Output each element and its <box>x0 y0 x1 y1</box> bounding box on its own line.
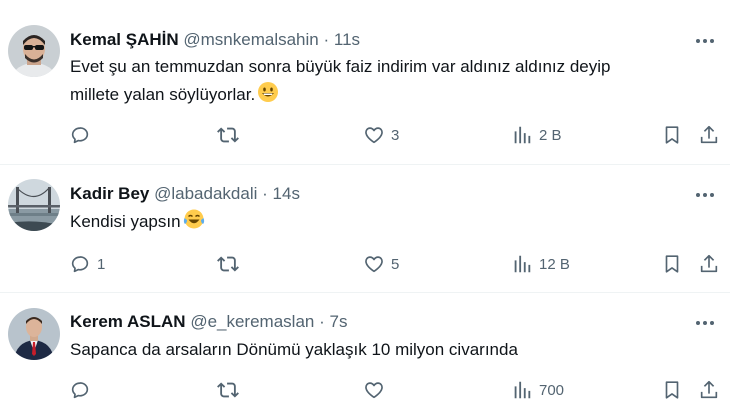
retweet-button[interactable] <box>217 379 245 401</box>
views-button[interactable]: 12 B <box>511 253 570 275</box>
tears-of-joy-emoji <box>183 208 205 239</box>
more-options-icon[interactable] <box>692 312 718 334</box>
avatar[interactable] <box>8 25 60 77</box>
reply-count: 1 <box>97 255 106 273</box>
tweet-text-line: Kendisi yapsın <box>70 212 181 231</box>
tweet-text: Evet şu an temmuzdan sonra büyük faiz in… <box>70 53 611 112</box>
reply-icon <box>71 256 89 273</box>
heart-icon <box>365 127 383 144</box>
smiling-face-emoji <box>257 81 279 112</box>
share-icon <box>700 254 718 273</box>
retweet-icon <box>217 127 239 143</box>
separator-dot: · <box>319 312 325 331</box>
reply-button[interactable]: 1 <box>69 253 105 275</box>
bookmark-button[interactable] <box>661 253 683 275</box>
display-name[interactable]: Kemal ŞAHİN <box>70 30 179 49</box>
like-button[interactable] <box>363 379 391 401</box>
share-icon <box>700 125 718 144</box>
heart-icon <box>365 382 383 399</box>
like-count: 5 <box>391 255 400 273</box>
separator-dot: · <box>262 184 268 203</box>
views-chart-icon <box>514 255 531 273</box>
user-handle[interactable]: @e_keremaslan <box>190 312 314 331</box>
views-chart-icon <box>514 126 531 144</box>
avatar[interactable] <box>8 308 60 360</box>
share-button[interactable] <box>698 379 720 401</box>
display-name[interactable]: Kerem ASLAN <box>70 312 186 331</box>
reply-button[interactable] <box>69 379 97 401</box>
reply-button[interactable] <box>69 124 97 146</box>
views-chart-icon <box>514 381 531 399</box>
timestamp[interactable]: 14s <box>273 184 300 203</box>
tweet[interactable]: Kerem ASLAN @e_keremaslan · 7s Sapanca d… <box>0 293 730 420</box>
view-count: 12 B <box>539 255 570 273</box>
bookmark-button[interactable] <box>661 124 683 146</box>
views-button[interactable]: 700 <box>511 379 564 401</box>
timestamp[interactable]: 11s <box>334 30 360 49</box>
timestamp[interactable]: 7s <box>330 312 348 331</box>
bookmark-icon <box>665 126 679 144</box>
avatar[interactable] <box>8 179 60 231</box>
like-count: 3 <box>391 126 400 144</box>
tweet-text: Sapanca da arsaların Dönümü yaklaşık 10 … <box>70 336 518 364</box>
views-button[interactable]: 2 B <box>511 124 562 146</box>
reply-icon <box>71 127 89 144</box>
like-button[interactable]: 5 <box>363 253 399 275</box>
tweet-text-line: Evet şu an temmuzdan sonra büyük faiz in… <box>70 57 611 76</box>
view-count: 2 B <box>539 126 562 144</box>
more-options-icon[interactable] <box>692 30 718 52</box>
user-handle[interactable]: @msnkemalsahin <box>183 30 318 49</box>
tweet-text-line: Sapanca da arsaların Dönümü yaklaşık 10 … <box>70 340 518 359</box>
retweet-button[interactable] <box>217 253 245 275</box>
bookmark-icon <box>665 255 679 273</box>
tweet[interactable]: Kemal ŞAHİN @msnkemalsahin · 11s Evet şu… <box>0 0 730 165</box>
user-handle[interactable]: @labadakdali <box>154 184 257 203</box>
view-count: 700 <box>539 381 565 399</box>
retweet-icon <box>217 382 239 398</box>
tweet[interactable]: Kadir Bey @labadakdali · 14s Kendisi yap… <box>0 165 730 293</box>
bookmark-button[interactable] <box>661 379 683 401</box>
like-button[interactable]: 3 <box>363 124 399 146</box>
bookmark-icon <box>665 381 679 399</box>
retweet-icon <box>217 256 239 272</box>
heart-icon <box>365 256 383 273</box>
more-options-icon[interactable] <box>692 184 718 206</box>
separator-dot: · <box>323 30 330 49</box>
share-button[interactable] <box>698 253 720 275</box>
tweet-text-line: millete yalan söylüyorlar. <box>70 85 256 104</box>
reply-icon <box>71 382 89 399</box>
share-button[interactable] <box>698 124 720 146</box>
retweet-button[interactable] <box>217 124 245 146</box>
share-icon <box>700 380 718 399</box>
tweet-text: Kendisi yapsın <box>70 208 205 239</box>
display-name[interactable]: Kadir Bey <box>70 184 149 203</box>
